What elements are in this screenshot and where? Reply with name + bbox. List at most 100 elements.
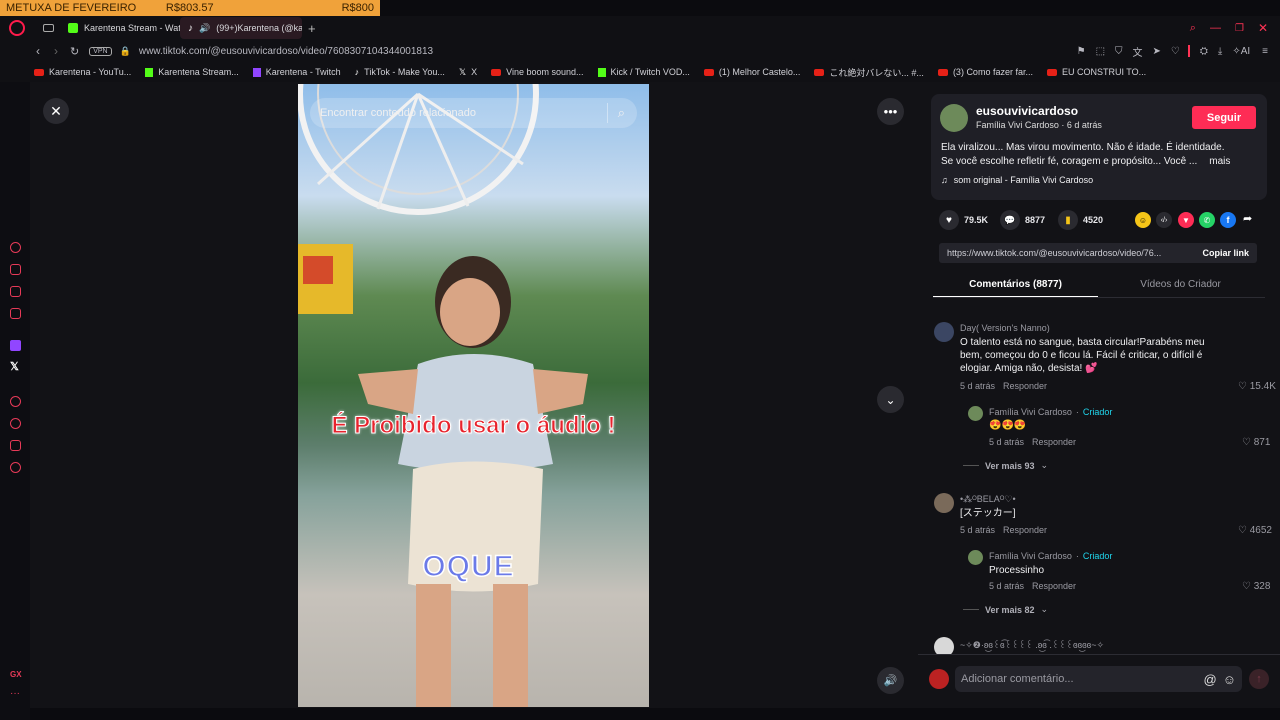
next-video-button[interactable]: ⌄ xyxy=(877,386,904,413)
tab-creator-videos[interactable]: Vídeos do Criador xyxy=(1098,279,1263,290)
more-link[interactable]: mais xyxy=(1209,156,1230,167)
tab-overview-icon[interactable] xyxy=(43,24,54,32)
search-icon[interactable]: ⌕ xyxy=(1190,22,1196,35)
view-more-replies[interactable]: Ver mais 82 ⌄ xyxy=(963,604,1048,615)
user-avatar[interactable] xyxy=(929,669,949,689)
comment-like[interactable]: ♡ 871 xyxy=(1242,437,1270,448)
whatsapp-icon[interactable]: ✆ xyxy=(1199,212,1215,228)
snapshot-icon[interactable]: ⬚ xyxy=(1096,46,1105,57)
sidebar-x-icon[interactable]: 𝕏 xyxy=(10,360,19,373)
translate-icon[interactable]: 文 xyxy=(1133,44,1143,59)
code-icon[interactable]: ‹/› xyxy=(1156,212,1172,228)
follow-button[interactable]: Seguir xyxy=(1192,106,1256,129)
reload-icon[interactable]: ↻ xyxy=(70,45,79,58)
video-player[interactable]: Encontrar conteúdo relacionado ⌕ É Proib… xyxy=(298,84,649,707)
video-search-bar[interactable]: Encontrar conteúdo relacionado ⌕ xyxy=(310,98,637,128)
bookmark-label: (1) Melhor Castelo... xyxy=(718,67,801,77)
comment-button[interactable]: 💬 xyxy=(1000,210,1020,230)
search-icon[interactable]: ⌕ xyxy=(618,105,625,121)
maximize-button[interactable]: ❐ xyxy=(1235,23,1244,34)
embed-icon[interactable]: ☺ xyxy=(1135,212,1151,228)
sidebar-gx-control-icon[interactable] xyxy=(10,242,21,253)
bookmark-item[interactable]: EU CONSTRUI TO... xyxy=(1046,67,1146,77)
bookmark-item[interactable]: ♪ TikTok - Make You... xyxy=(355,67,445,77)
save-button[interactable]: ▮ xyxy=(1058,210,1078,230)
forward-icon[interactable]: › xyxy=(54,44,58,58)
bookmark-item[interactable]: Karentena Stream... xyxy=(145,67,239,77)
comment-like[interactable]: ♡ 15.4K xyxy=(1238,381,1276,392)
view-more-replies[interactable]: Ver mais 93 ⌄ xyxy=(963,460,1048,471)
bookmark-item[interactable]: これ絶対バレない... #... xyxy=(814,66,924,79)
tab-tiktok[interactable]: ♪ 🔊 (99+)Karentena (@ka xyxy=(180,17,302,39)
bookmark-item[interactable]: Vine boom sound... xyxy=(491,67,584,77)
vpn-badge[interactable]: VPN xyxy=(89,46,112,56)
profile-icon[interactable]: ⛭ xyxy=(1200,46,1208,57)
sidebar-more-icon[interactable]: ··· xyxy=(10,688,20,699)
close-window-button[interactable]: ✕ xyxy=(1258,21,1268,35)
comment-text: 😍😍😍 xyxy=(989,420,1027,431)
post-comment-button[interactable]: ↑ xyxy=(1249,669,1269,689)
avatar[interactable] xyxy=(968,406,983,421)
like-button[interactable]: ♥ xyxy=(939,210,959,230)
ai-button[interactable]: ✧AI xyxy=(1232,46,1250,57)
bookmark-item[interactable]: Kick / Twitch VOD... xyxy=(597,67,690,77)
facebook-icon[interactable]: f xyxy=(1220,212,1236,228)
menu-icon[interactable]: ≡ xyxy=(1262,46,1268,57)
emoji-icon[interactable]: ☺ xyxy=(1223,672,1236,687)
mention-icon[interactable]: @ xyxy=(1204,672,1217,687)
minimize-button[interactable]: — xyxy=(1210,22,1221,34)
comment-input-box[interactable]: Adicionar comentário... @ ☺ xyxy=(955,666,1242,692)
comment-user[interactable]: •⁂ᴼBELAᴼ♡• xyxy=(960,494,1016,505)
comment-input[interactable]: Adicionar comentário... xyxy=(961,673,1204,685)
volume-button[interactable]: 🔊 xyxy=(877,667,904,694)
more-options-button[interactable]: ••• xyxy=(877,98,904,125)
sidebar-mail-icon[interactable] xyxy=(10,308,21,319)
avatar[interactable] xyxy=(934,322,954,342)
opera-logo-icon[interactable] xyxy=(9,20,25,36)
reply-button[interactable]: Responder xyxy=(1003,525,1047,535)
new-tab-button[interactable]: + xyxy=(308,21,316,36)
bookmark-item[interactable]: 𝕏X xyxy=(459,67,477,78)
comment-like-count: 328 xyxy=(1253,581,1271,592)
video-search-input[interactable]: Encontrar conteúdo relacionado xyxy=(320,107,607,119)
comment-like[interactable]: ♡ 328 xyxy=(1242,581,1270,592)
sound-label[interactable]: som original - Família Vivi Cardoso xyxy=(954,175,1093,185)
sidebar-extensions-icon[interactable] xyxy=(10,440,21,451)
comment-user[interactable]: Família Vivi Cardoso xyxy=(989,407,1072,417)
reply-button[interactable]: Responder xyxy=(1032,581,1076,591)
bookmark-item[interactable]: Karentena - Twitch xyxy=(252,67,341,77)
send-icon[interactable]: ➤ xyxy=(1153,46,1161,57)
send-to-friends-icon[interactable]: ▼ xyxy=(1178,212,1194,228)
author-username[interactable]: eusouvivicardoso xyxy=(976,104,1078,118)
avatar[interactable] xyxy=(968,550,983,565)
tab-comments[interactable]: Comentários (8877) xyxy=(933,279,1098,290)
reply-button[interactable]: Responder xyxy=(1032,437,1076,447)
back-icon[interactable]: ‹ xyxy=(36,44,40,58)
sidebar-history-icon[interactable] xyxy=(10,418,21,429)
bookmark-page-icon[interactable]: ⚑ xyxy=(1077,46,1086,57)
share-icon[interactable]: ➦ xyxy=(1243,212,1252,225)
avatar[interactable] xyxy=(934,493,954,513)
copy-link-button[interactable]: Copiar link xyxy=(1202,248,1249,258)
sidebar-news-icon[interactable] xyxy=(10,286,21,297)
sidebar-player-icon[interactable] xyxy=(10,396,21,407)
author-avatar[interactable] xyxy=(940,104,968,132)
post-link[interactable]: https://www.tiktok.com/@eusouvivicardoso… xyxy=(947,248,1194,258)
comment-user[interactable]: Família Vivi Cardoso xyxy=(989,551,1072,561)
comment-user[interactable]: ~✧❷·ʚ͜ɞ꒰ɞ͡꒰꒰꒰꒰ .ʚ͜ɞ͡ .꒰꒰꒰ɞɞ͜ɞɞ~✧ xyxy=(960,639,1104,651)
url-field[interactable]: www.tiktok.com/@eusouvivicardoso/video/7… xyxy=(139,46,433,57)
comment-user[interactable]: Day( Version's Nanno) xyxy=(960,323,1050,333)
reply-button[interactable]: Responder xyxy=(1003,381,1047,391)
heart-icon[interactable]: ♡ xyxy=(1171,46,1180,57)
close-video-button[interactable]: ✕ xyxy=(43,98,69,124)
tab-karentena-stream[interactable]: Karentena Stream - Watch xyxy=(60,17,180,39)
sidebar-settings-icon[interactable] xyxy=(10,462,21,473)
sidebar-twitch-icon[interactable] xyxy=(10,340,21,351)
sidebar-bag-icon[interactable] xyxy=(10,264,21,275)
download-icon[interactable]: ⤓ xyxy=(1218,46,1222,57)
shield-icon[interactable]: ⛉ xyxy=(1115,46,1123,57)
bookmark-item[interactable]: (1) Melhor Castelo... xyxy=(703,67,801,77)
bookmark-item[interactable]: (3) Como fazer far... xyxy=(937,67,1033,77)
bookmark-item[interactable]: Karentena - YouTu... xyxy=(34,67,131,77)
comment-like[interactable]: ♡ 4652 xyxy=(1238,525,1272,536)
